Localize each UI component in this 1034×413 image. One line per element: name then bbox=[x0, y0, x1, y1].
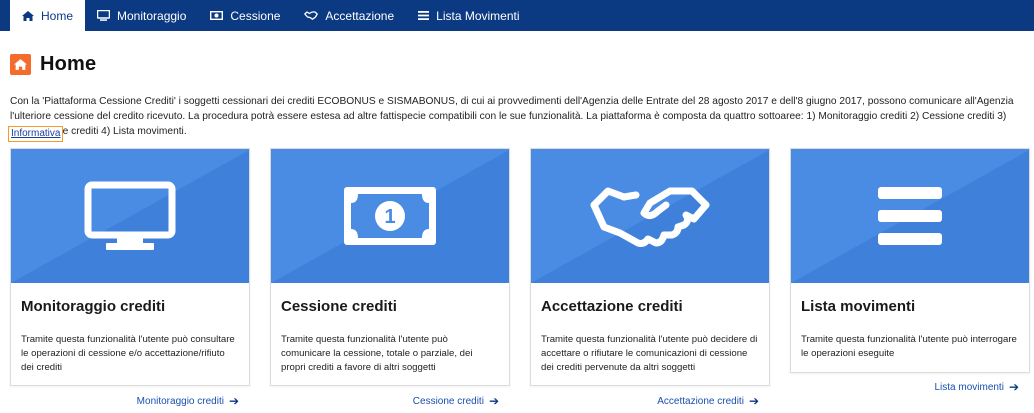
nav-item-cessione[interactable]: Cessione bbox=[198, 0, 292, 31]
lista-movimenti-link[interactable]: Lista movimenti ➔ bbox=[934, 380, 1019, 394]
svg-text:1: 1 bbox=[384, 206, 395, 228]
card-description: Tramite questa funzionalità l'utente può… bbox=[541, 334, 758, 373]
monitor-icon bbox=[84, 181, 176, 250]
accettazione-link[interactable]: Accettazione crediti ➔ bbox=[657, 394, 759, 408]
card-link-label: Lista movimenti bbox=[934, 381, 1004, 393]
card-cessione: 1 Cessione crediti Tramite questa funzio… bbox=[270, 148, 510, 408]
banknote-icon: 1 bbox=[344, 187, 436, 245]
card-link-label: Accettazione crediti bbox=[657, 395, 744, 407]
card-description: Tramite questa funzionalità l'utente può… bbox=[21, 334, 235, 373]
monitoraggio-link[interactable]: Monitoraggio crediti ➔ bbox=[137, 394, 239, 408]
monitor-icon bbox=[97, 10, 111, 21]
card-title: Monitoraggio crediti bbox=[21, 298, 166, 315]
nav-item-label: Cessione bbox=[230, 8, 281, 23]
nav-item-label: Home bbox=[41, 8, 74, 23]
card-image: 1 bbox=[271, 149, 509, 283]
card-title: Accettazione crediti bbox=[541, 298, 683, 315]
card-link-label: Cessione crediti bbox=[412, 395, 484, 407]
card-title: Lista movimenti bbox=[801, 298, 916, 315]
nav-item-lista-movimenti[interactable]: Lista Movimenti bbox=[406, 0, 531, 31]
list-icon bbox=[878, 187, 942, 245]
top-nav: Home Monitoraggio Cessione Accettazione … bbox=[0, 0, 1034, 31]
card-title: Cessione crediti bbox=[281, 298, 397, 315]
arrow-right-icon: ➔ bbox=[488, 394, 499, 408]
nav-item-label: Lista Movimenti bbox=[436, 8, 520, 23]
arrow-right-icon: ➔ bbox=[748, 394, 759, 408]
nav-item-label: Monitoraggio bbox=[117, 8, 187, 23]
cessione-link[interactable]: Cessione crediti ➔ bbox=[413, 394, 499, 408]
page-title: Home bbox=[40, 52, 97, 75]
informativa-link[interactable]: Informativa bbox=[8, 126, 64, 142]
home-icon bbox=[22, 10, 34, 21]
card-monitoraggio: Monitoraggio crediti Tramite questa funz… bbox=[10, 148, 250, 408]
card-lista-movimenti: Lista movimenti Tramite questa funzional… bbox=[790, 148, 1030, 394]
handshake-icon bbox=[304, 11, 319, 20]
card-link-label: Monitoraggio crediti bbox=[136, 395, 224, 407]
nav-item-monitoraggio[interactable]: Monitoraggio bbox=[85, 0, 198, 31]
nav-item-home[interactable]: Home bbox=[10, 0, 86, 31]
card-accettazione: Accettazione crediti Tramite questa funz… bbox=[530, 148, 770, 408]
home-icon bbox=[10, 53, 31, 75]
card-image bbox=[11, 149, 249, 283]
intro-text: Con la 'Piattaforma Cessione Crediti' i … bbox=[10, 96, 1014, 137]
page-header: Home bbox=[10, 52, 96, 76]
banknote-icon bbox=[210, 11, 224, 20]
card-image bbox=[531, 149, 769, 283]
nav-item-accettazione[interactable]: Accettazione bbox=[292, 0, 406, 31]
list-icon bbox=[418, 11, 430, 20]
card-description: Tramite questa funzionalità l'utente può… bbox=[801, 334, 1017, 359]
handshake-icon bbox=[590, 187, 710, 247]
nav-item-label: Accettazione bbox=[325, 8, 395, 23]
arrow-right-icon: ➔ bbox=[228, 394, 239, 408]
card-description: Tramite questa funzionalità l'utente può… bbox=[281, 334, 473, 373]
card-image bbox=[791, 149, 1029, 283]
arrow-right-icon: ➔ bbox=[1008, 380, 1019, 394]
